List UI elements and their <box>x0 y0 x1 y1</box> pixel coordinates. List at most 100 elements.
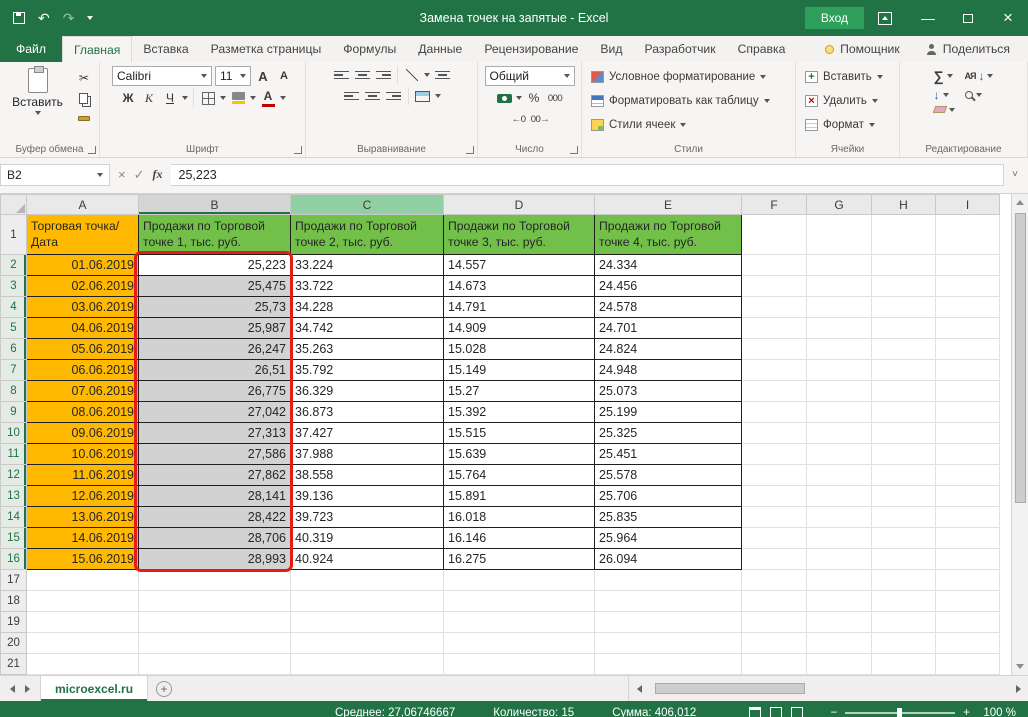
italic-button[interactable]: К <box>140 89 158 107</box>
prev-sheet-icon[interactable] <box>10 685 15 693</box>
merge-dropdown-icon[interactable] <box>435 94 441 98</box>
cell-F3[interactable] <box>742 276 807 297</box>
column-header-F[interactable]: F <box>742 195 807 215</box>
cell-A1[interactable]: Торговая точка/ Дата <box>27 215 139 255</box>
column-header-B[interactable]: B <box>139 195 291 215</box>
cell-F15[interactable] <box>742 528 807 549</box>
cell-I11[interactable] <box>936 444 1000 465</box>
cell-A15[interactable]: 14.06.2019 <box>27 528 139 549</box>
cell-E10[interactable]: 25.325 <box>595 423 742 444</box>
cell-C1[interactable]: Продажи по Торговой точке 2, тыс. руб. <box>291 215 444 255</box>
cell-G16[interactable] <box>807 549 872 570</box>
share-button[interactable]: Поделиться <box>926 42 1010 56</box>
tab-Формулы[interactable]: Формулы <box>332 36 407 62</box>
cell-D5[interactable]: 14.909 <box>444 318 595 339</box>
row-header-16[interactable]: 16 <box>1 549 27 570</box>
cell-A18[interactable] <box>27 591 139 612</box>
insert-function-button[interactable]: fx <box>153 167 163 182</box>
fill-color-button[interactable] <box>229 89 247 107</box>
cell-C13[interactable]: 39.136 <box>291 486 444 507</box>
accounting-format-button[interactable] <box>495 89 513 107</box>
cell-C3[interactable]: 33.722 <box>291 276 444 297</box>
cell-F7[interactable] <box>742 360 807 381</box>
cell-C11[interactable]: 37.988 <box>291 444 444 465</box>
cell-F11[interactable] <box>742 444 807 465</box>
customize-quick-access-icon[interactable] <box>87 16 93 20</box>
cell-B18[interactable] <box>139 591 291 612</box>
cell-A6[interactable]: 05.06.2019 <box>27 339 139 360</box>
horizontal-scroll-thumb[interactable] <box>655 683 805 694</box>
cell-C17[interactable] <box>291 570 444 591</box>
row-header-8[interactable]: 8 <box>1 381 27 402</box>
cell-E15[interactable]: 25.964 <box>595 528 742 549</box>
cell-E19[interactable] <box>595 612 742 633</box>
sheet-tab-microexcel[interactable]: microexcel.ru <box>40 676 148 701</box>
cell-C12[interactable]: 38.558 <box>291 465 444 486</box>
borders-button[interactable] <box>199 89 217 107</box>
cell-E3[interactable]: 24.456 <box>595 276 742 297</box>
select-all-button[interactable] <box>1 195 27 215</box>
cell-G15[interactable] <box>807 528 872 549</box>
tab-file[interactable]: Файл <box>0 36 62 62</box>
copy-button[interactable] <box>75 89 93 107</box>
cell-H14[interactable] <box>872 507 936 528</box>
row-header-17[interactable]: 17 <box>1 570 27 591</box>
format-cells-button[interactable]: Формат <box>801 114 894 135</box>
cell-F20[interactable] <box>742 633 807 654</box>
cell-E14[interactable]: 25.835 <box>595 507 742 528</box>
cell-D4[interactable]: 14.791 <box>444 297 595 318</box>
cell-H13[interactable] <box>872 486 936 507</box>
enter-check-icon[interactable]: ✓ <box>134 167 145 183</box>
cell-A19[interactable] <box>27 612 139 633</box>
cell-D13[interactable]: 15.891 <box>444 486 595 507</box>
cell-A14[interactable]: 13.06.2019 <box>27 507 139 528</box>
cell-G19[interactable] <box>807 612 872 633</box>
cell-D20[interactable] <box>444 633 595 654</box>
cell-H17[interactable] <box>872 570 936 591</box>
cell-H12[interactable] <box>872 465 936 486</box>
cut-button[interactable]: ✂ <box>75 69 93 87</box>
cell-I19[interactable] <box>936 612 1000 633</box>
row-header-1[interactable]: 1 <box>1 215 27 255</box>
cell-E5[interactable]: 24.701 <box>595 318 742 339</box>
bold-button[interactable]: Ж <box>119 89 137 107</box>
cell-C9[interactable]: 36.873 <box>291 402 444 423</box>
align-right-button[interactable] <box>385 87 403 105</box>
cell-I3[interactable] <box>936 276 1000 297</box>
cell-H8[interactable] <box>872 381 936 402</box>
column-header-E[interactable]: E <box>595 195 742 215</box>
row-header-10[interactable]: 10 <box>1 423 27 444</box>
underline-dropdown-icon[interactable] <box>182 96 188 100</box>
row-header-12[interactable]: 12 <box>1 465 27 486</box>
row-header-3[interactable]: 3 <box>1 276 27 297</box>
paste-button[interactable]: Вставить <box>6 66 69 117</box>
shrink-font-button[interactable]: А <box>275 67 293 85</box>
cell-B2[interactable]: 25,223 <box>139 255 291 276</box>
cell-B6[interactable]: 26,247 <box>139 339 291 360</box>
column-header-H[interactable]: H <box>872 195 936 215</box>
row-header-15[interactable]: 15 <box>1 528 27 549</box>
cell-C15[interactable]: 40.319 <box>291 528 444 549</box>
cell-C8[interactable]: 36.329 <box>291 381 444 402</box>
cell-B1[interactable]: Продажи по Торговой точке 1, тыс. руб. <box>139 215 291 255</box>
cell-E9[interactable]: 25.199 <box>595 402 742 423</box>
cell-F14[interactable] <box>742 507 807 528</box>
vertical-scrollbar[interactable] <box>1011 194 1028 675</box>
horizontal-scrollbar[interactable] <box>628 676 1028 701</box>
row-header-13[interactable]: 13 <box>1 486 27 507</box>
cell-G3[interactable] <box>807 276 872 297</box>
cell-I5[interactable] <box>936 318 1000 339</box>
cell-A13[interactable]: 12.06.2019 <box>27 486 139 507</box>
clipboard-dialog-launcher-icon[interactable] <box>88 146 96 154</box>
cell-D15[interactable]: 16.146 <box>444 528 595 549</box>
cell-I17[interactable] <box>936 570 1000 591</box>
cell-D2[interactable]: 14.557 <box>444 255 595 276</box>
cell-E6[interactable]: 24.824 <box>595 339 742 360</box>
cell-I16[interactable] <box>936 549 1000 570</box>
cell-C6[interactable]: 35.263 <box>291 339 444 360</box>
cell-I21[interactable] <box>936 654 1000 675</box>
cell-I4[interactable] <box>936 297 1000 318</box>
cell-G2[interactable] <box>807 255 872 276</box>
cell-C21[interactable] <box>291 654 444 675</box>
cell-B15[interactable]: 28,706 <box>139 528 291 549</box>
